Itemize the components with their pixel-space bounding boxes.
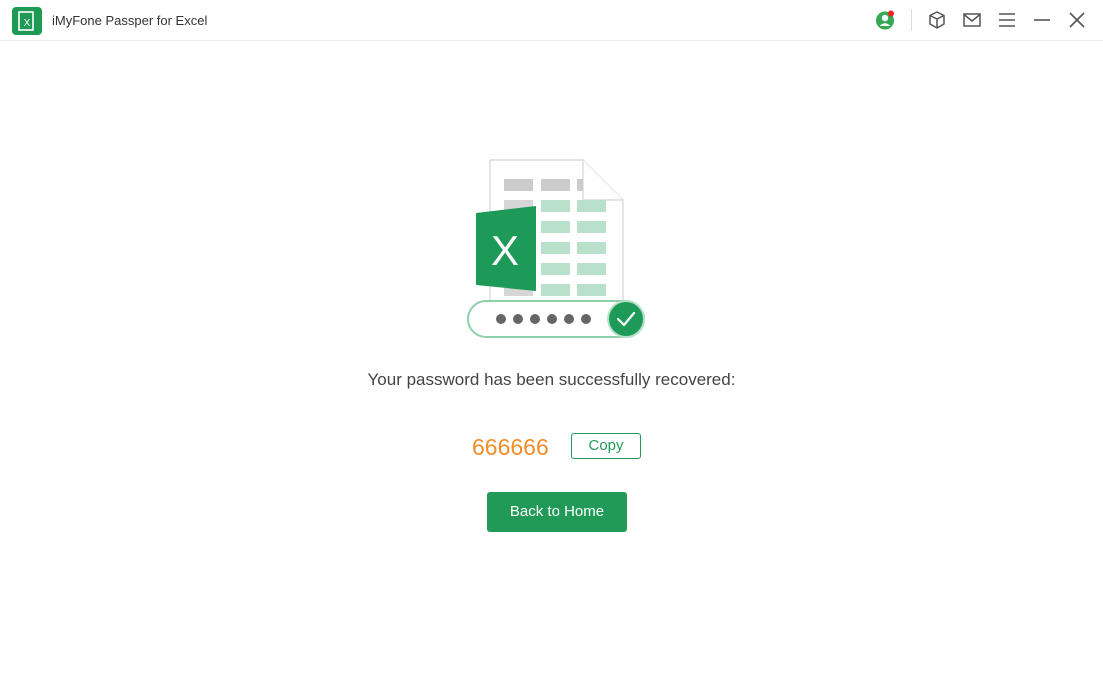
check-circle-icon: [609, 302, 643, 336]
recovered-password: 666666: [472, 434, 549, 460]
document-fold: [582, 160, 623, 201]
app-title: iMyFone Passper for Excel: [52, 13, 208, 28]
app-logo-letter: X: [24, 18, 31, 29]
account-icon[interactable]: [875, 10, 895, 30]
notification-dot: [888, 10, 894, 17]
mail-icon[interactable]: [962, 10, 982, 30]
title-bar: X iMyFone Passper for Excel: [0, 0, 1103, 41]
product-box-icon[interactable]: [927, 10, 947, 30]
copy-button[interactable]: Copy: [571, 433, 641, 459]
minimize-icon[interactable]: [1032, 10, 1052, 30]
close-icon[interactable]: [1067, 10, 1087, 30]
app-logo-icon: X: [12, 7, 42, 35]
menu-icon[interactable]: [997, 10, 1017, 30]
excel-badge-letter: X: [491, 227, 519, 274]
excel-password-illustration: X: [467, 159, 645, 338]
toolbar-divider: [911, 9, 912, 31]
back-to-home-button[interactable]: Back to Home: [487, 492, 627, 532]
success-message: Your password has been successfully reco…: [367, 370, 736, 389]
